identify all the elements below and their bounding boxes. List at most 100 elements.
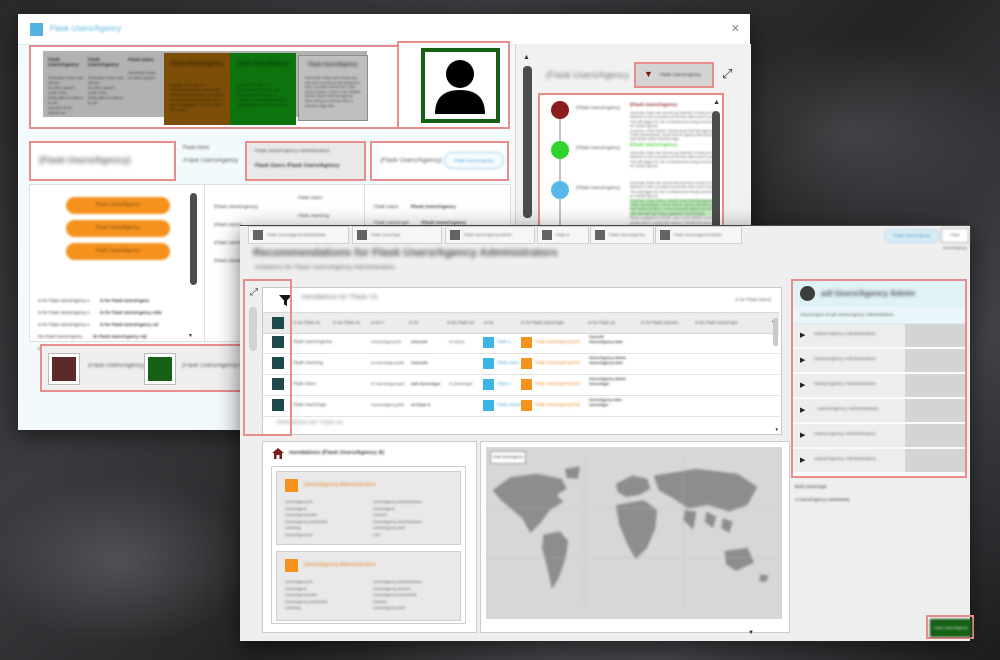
timeline-label: (Flask Users/Agency	[576, 186, 620, 191]
play-icon[interactable]: ▶	[800, 431, 805, 439]
sidebar-row[interactable]: ▶ Users/Agency Administrators	[793, 324, 965, 349]
col-header[interactable]: In for Flask Users/N	[641, 320, 678, 326]
scroll-up-icon[interactable]: ▲	[523, 54, 530, 61]
banner-col-heading: Flask Users	[128, 57, 164, 62]
timeline-entry-title: (Flask Users/Agency	[630, 143, 718, 148]
world-map[interactable]: Flask Users/Agency	[486, 447, 782, 619]
col-header[interactable]: In for Flask Us	[588, 320, 615, 326]
panel-scrollbar[interactable]	[523, 66, 532, 218]
list-item[interactable]: In for Flask Users/Agency A In for Flask…	[38, 289, 198, 301]
banner-card-light[interactable]: Flask Users/Agency Generally, Flask user…	[298, 55, 368, 121]
col-header[interactable]: In for Flask Us	[333, 320, 360, 326]
tab-label: Flask Users/Agency Administrate	[267, 232, 326, 237]
scroll-down-icon[interactable]: ▼	[748, 630, 754, 636]
sidebar-row[interactable]: ▶ Users/Agency Administrators	[793, 424, 965, 449]
scroll-down-icon[interactable]: ▼	[188, 333, 193, 339]
green-action-button[interactable]: Flask Users/Agency	[930, 619, 972, 637]
cell-name: Flask Users/Ag	[293, 360, 323, 365]
col-header[interactable]: In for F	[371, 320, 384, 326]
sidebar-row[interactable]: ▶ Users/Agency Administrators	[793, 349, 965, 374]
sidebar-row[interactable]: ▶ Users/Agency Administrators	[793, 449, 965, 472]
card-heading: Flask Users/Agency	[305, 62, 361, 68]
col-header[interactable]: In for Flask Us	[447, 320, 474, 326]
play-icon[interactable]: ▶	[800, 331, 805, 339]
col-header[interactable]: In for Flask Users/Agst	[521, 320, 563, 326]
banner-col-heading: Flask Users/Agency	[48, 57, 84, 67]
legend-swatch-frame	[48, 353, 80, 385]
pill-button[interactable]: Flask Users/Agency	[66, 243, 170, 260]
page-title: Recommendations for Flask Users/Agency A…	[253, 247, 558, 259]
primary-action-button[interactable]: Flask Users/Agency	[884, 229, 940, 243]
tab-icon	[253, 230, 263, 240]
scroll-down-icon[interactable]: ▼	[775, 427, 779, 432]
tab-icon	[357, 230, 367, 240]
table-row: Flask Users/Ag A Users/Agency/M /Users/N…	[263, 353, 779, 375]
cell-link[interactable]: Flask U	[497, 381, 511, 386]
cell-text: /adl Users/Agst	[411, 381, 440, 386]
cell-link[interactable]: Flask U	[497, 339, 511, 344]
status-blue-swatch	[483, 379, 494, 390]
cell-orange[interactable]: Flask Users/Agency/AM	[535, 402, 580, 407]
tab-label: Flask Users/Agency	[609, 232, 645, 237]
tab-admin-3[interactable]: Flask Users/Agency Admin	[655, 226, 742, 244]
admin-line2: Flask Users /Flask Users/Agency	[255, 163, 340, 169]
play-icon[interactable]: ▶	[800, 356, 805, 364]
summary-card-title: Users/Agency Administrators	[304, 562, 376, 568]
play-icon[interactable]: ▶	[800, 381, 805, 389]
tab-admin-1[interactable]: Flask Users/Agency Administrate	[248, 226, 349, 244]
status-orange-swatch	[521, 358, 532, 369]
status-orange-swatch	[521, 400, 532, 411]
close-icon[interactable]: ✕	[731, 22, 740, 35]
tab-age[interactable]: Flask Users/Age	[352, 226, 442, 244]
footer-button-annotation: Flask Users/Agency	[926, 615, 974, 639]
banner-card-brown[interactable]: Flask Users/Agency A guide on to say to …	[164, 53, 230, 125]
play-icon[interactable]: ▶	[800, 406, 805, 414]
cell-orange[interactable]: Flask Users/Agency/AM	[535, 381, 580, 386]
play-icon[interactable]: ▶	[800, 456, 805, 464]
summary-title: mendations (Flask Users/Agency A)	[289, 450, 384, 456]
col-header[interactable]: In for	[484, 320, 494, 326]
dropdown-annotation[interactable]: ▼ Flask Users/Agency	[634, 62, 714, 88]
page-subtitle: endations for Flask Users/Agency Adminis…	[255, 264, 395, 271]
col-header[interactable]: In for Flask Users/Agst	[695, 320, 737, 326]
tab-agency[interactable]: Flask Users/Agency	[590, 226, 654, 244]
col-header[interactable]: In for Flask Us	[293, 320, 320, 326]
summary-card[interactable]: Users/Agency Administrators Users/Agency…	[276, 551, 461, 621]
list-item[interactable]: (Flask Users/Agency) Flask Users	[214, 195, 360, 213]
summary-card-frame: Users/Agency Administrators Users/Agency…	[271, 466, 466, 624]
pill-button[interactable]: Flask Users/Agency	[66, 197, 170, 214]
list-scrollbar[interactable]	[190, 193, 197, 285]
orange-swatch	[285, 479, 298, 492]
timeline-entry-body: Generally, Flask user should say that th…	[630, 111, 718, 142]
list-item[interactable]: Flask Users /Flask Users/Agency	[374, 195, 510, 211]
cell-link[interactable]: Flask Users	[497, 360, 519, 365]
sidebar-header-title: adi Users/Agency Admin	[821, 289, 915, 298]
timeline-dot-green	[551, 141, 569, 159]
titlebar[interactable]: Flask Users/Agency ✕	[18, 14, 750, 45]
scroll-up-icon[interactable]: ▲	[713, 99, 720, 106]
toolbar-right-button[interactable]: Flask Users/Agency	[444, 152, 504, 169]
card-body: A plan on to say to a 'Recommends' and/o…	[236, 83, 290, 113]
tab-flask[interactable]: Flask A	[537, 226, 589, 244]
legend-label: (Flask Users/Agency)	[88, 363, 145, 369]
banner-card-green[interactable]: Flask Users/Agency A plan on to say to a…	[230, 53, 296, 125]
cell-orange[interactable]: Flask Users/Agency/AM	[535, 339, 580, 344]
strip-scrollbar[interactable]	[249, 307, 257, 351]
expand-icon[interactable]: ⤢	[250, 287, 258, 298]
secondary-action-button[interactable]: Flask Users/Agency	[941, 228, 969, 243]
expand-icon[interactable]: ⤢	[722, 66, 732, 82]
cell-orange[interactable]: Flask Users/Agency/AM	[535, 360, 580, 365]
summary-card-left: Users/Agency/N Users/Agens Users/Agency …	[285, 579, 371, 612]
pill-button[interactable]: Flask Users/Agency	[66, 220, 170, 237]
table-scrollbar[interactable]	[773, 318, 778, 346]
cell-text: A Users)	[449, 339, 464, 344]
sidebar-row[interactable]: ▶ Users/Agency Administrators	[793, 374, 965, 399]
summary-card[interactable]: Users/Agency Administrators Users/Agency…	[276, 471, 461, 545]
sidebar-row[interactable]: ▶ Users/Agency Administrators	[793, 399, 965, 424]
timeline-label: (Flask Users/Agency	[576, 146, 620, 151]
tab-admin-2[interactable]: Flask Users/Agency Admin	[445, 226, 535, 244]
tab-label: Flask A	[556, 232, 569, 237]
col-header[interactable]: In for	[409, 320, 419, 326]
cell-link[interactable]: Flask Users/A	[497, 402, 523, 407]
admin-line1: Flask Users/Agency Administrators	[255, 149, 329, 154]
